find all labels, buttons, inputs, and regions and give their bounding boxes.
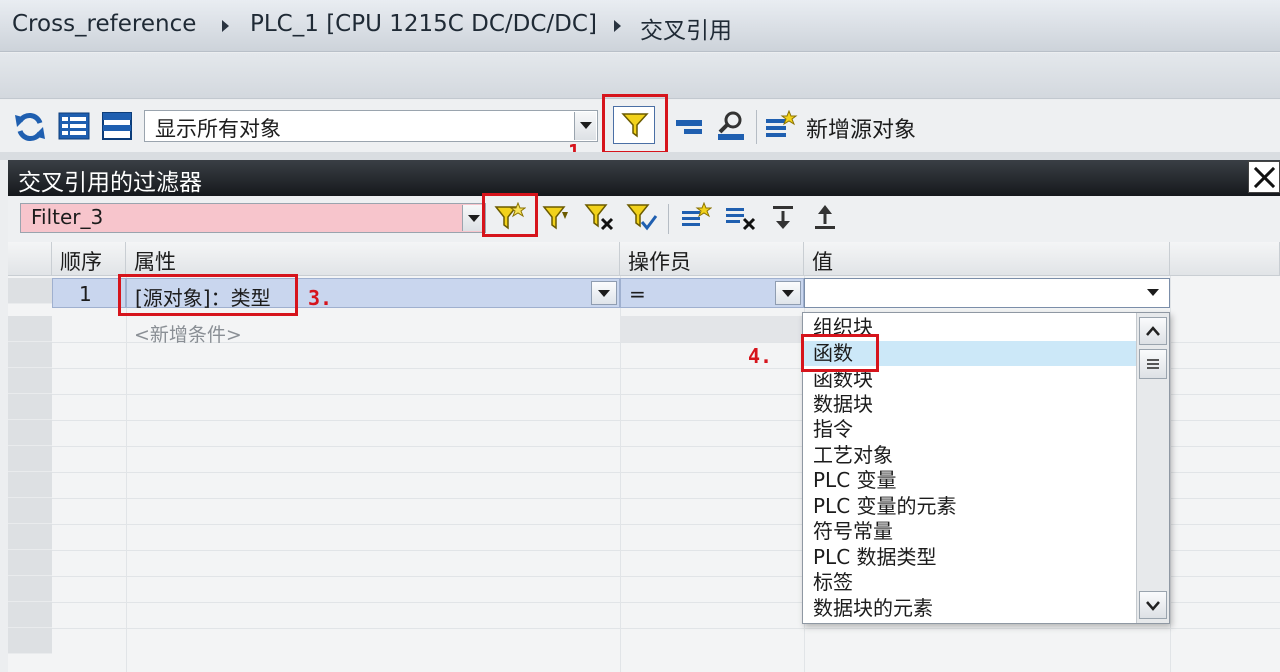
dropdown-option[interactable]: 数据块 — [803, 392, 1137, 417]
annotation-label-3: 3. — [308, 286, 333, 310]
panel-separator — [0, 152, 1280, 160]
row-header[interactable] — [8, 498, 52, 524]
collapse-icon[interactable] — [674, 116, 704, 138]
grid-line — [1170, 276, 1171, 672]
add-source-icon[interactable] — [764, 110, 798, 142]
dropdown-option[interactable]: PLC 数据类型 — [803, 545, 1137, 570]
header-band — [0, 53, 1280, 99]
row-header[interactable] — [8, 278, 52, 304]
dropdown-option[interactable]: 数据块的元素 — [803, 596, 1137, 621]
operator-value: = — [629, 282, 646, 306]
main-toolbar: 显示所有对象 1. 新增源对象 — [0, 94, 1280, 164]
column-header-filler — [1170, 242, 1280, 276]
chevron-up-icon — [1146, 326, 1160, 336]
chevron-down-icon[interactable] — [591, 281, 617, 305]
move-up-icon[interactable] — [812, 202, 838, 232]
new-filter-icon[interactable] — [494, 202, 526, 232]
save-filter-icon[interactable] — [542, 202, 574, 232]
chevron-down-icon[interactable] — [574, 112, 596, 140]
add-condition-row[interactable]: <新增条件> — [134, 320, 242, 347]
dropdown-option[interactable]: 指令 — [803, 417, 1137, 442]
table-row-order-cell[interactable]: 1 — [52, 278, 126, 308]
row-header[interactable] — [8, 368, 52, 394]
chevron-right-icon — [222, 20, 229, 32]
column-header-order[interactable]: 顺序 — [52, 242, 126, 276]
close-icon[interactable] — [1248, 161, 1280, 193]
add-source-button[interactable]: 新增源对象 — [806, 112, 916, 144]
delete-filter-icon[interactable] — [584, 202, 616, 232]
row-header-corner — [8, 242, 52, 276]
dropdown-option[interactable]: 符号常量 — [803, 519, 1137, 544]
filter-toggle-button[interactable] — [613, 106, 655, 144]
row-header[interactable] — [8, 524, 52, 550]
filter-panel-header: 交叉引用的过滤器 — [8, 160, 1280, 196]
add-row-operator-cell — [620, 316, 804, 342]
annotation-label-4: 4. — [748, 344, 773, 368]
scroll-up-button[interactable] — [1139, 317, 1167, 345]
row-header[interactable] — [8, 576, 52, 602]
breadcrumb-plc[interactable]: PLC_1 [CPU 1215C DC/DC/DC] — [250, 11, 597, 37]
breadcrumb-current: 交叉引用 — [640, 18, 732, 44]
scroll-thumb[interactable] — [1139, 349, 1167, 379]
column-header-value[interactable]: 值 — [804, 242, 1170, 276]
grid-line — [52, 628, 1280, 629]
annotation-box-3 — [118, 274, 298, 316]
breadcrumb: Cross_reference PLC_1 [CPU 1215C DC/DC/D… — [0, 0, 1280, 52]
filter-name-select[interactable]: Filter_3 — [20, 203, 486, 233]
row-header[interactable] — [8, 316, 52, 342]
annotation-box-4 — [801, 334, 879, 372]
row-header[interactable] — [8, 628, 52, 654]
row-header[interactable] — [8, 394, 52, 420]
row-header[interactable] — [8, 342, 52, 368]
row-header[interactable] — [8, 420, 52, 446]
dropdown-scrollbar[interactable] — [1136, 313, 1169, 623]
dropdown-option[interactable]: 标签 — [803, 570, 1137, 595]
chevron-down-icon[interactable] — [462, 205, 484, 231]
row-header[interactable] — [8, 602, 52, 628]
column-header-property[interactable]: 属性 — [126, 242, 620, 276]
refresh-icon[interactable] — [14, 112, 46, 142]
grid-line — [126, 276, 127, 672]
row-order-value: 1 — [79, 282, 92, 306]
object-filter-value: 显示所有对象 — [155, 117, 281, 141]
list-view-icon[interactable] — [58, 112, 90, 140]
locate-icon[interactable] — [716, 110, 746, 142]
add-condition-icon[interactable] — [680, 202, 712, 232]
dropdown-option[interactable]: 工艺对象 — [803, 443, 1137, 468]
value-select[interactable] — [804, 278, 1170, 308]
delete-condition-icon[interactable] — [724, 202, 758, 232]
funnel-icon — [621, 113, 649, 138]
breadcrumb-cross-reference[interactable]: Cross_reference — [12, 11, 196, 37]
dropdown-option[interactable]: PLC 变量的元素 — [803, 494, 1137, 519]
operator-select[interactable]: = — [620, 278, 804, 308]
filter-panel-title: 交叉引用的过滤器 — [18, 170, 202, 196]
chevron-right-icon — [614, 20, 621, 32]
dropdown-option[interactable]: PLC 变量 — [803, 468, 1137, 493]
apply-filter-icon[interactable] — [626, 202, 658, 232]
row-header[interactable] — [8, 446, 52, 472]
table-view-icon[interactable] — [102, 112, 132, 140]
row-header[interactable] — [8, 472, 52, 498]
row-header[interactable] — [8, 550, 52, 576]
move-down-icon[interactable] — [770, 202, 796, 232]
toolbar-divider — [668, 204, 669, 234]
scroll-down-button[interactable] — [1139, 591, 1167, 619]
column-header-operator[interactable]: 操作员 — [620, 242, 804, 276]
chevron-down-icon[interactable] — [775, 281, 801, 305]
chevron-down-icon[interactable] — [1141, 281, 1167, 305]
toolbar-divider — [756, 110, 757, 144]
object-filter-select[interactable]: 显示所有对象 — [144, 110, 598, 142]
filter-toolbar: Filter_3 2. — [8, 193, 1280, 274]
filter-name-value: Filter_3 — [31, 205, 104, 229]
chevron-down-icon — [1146, 601, 1160, 611]
